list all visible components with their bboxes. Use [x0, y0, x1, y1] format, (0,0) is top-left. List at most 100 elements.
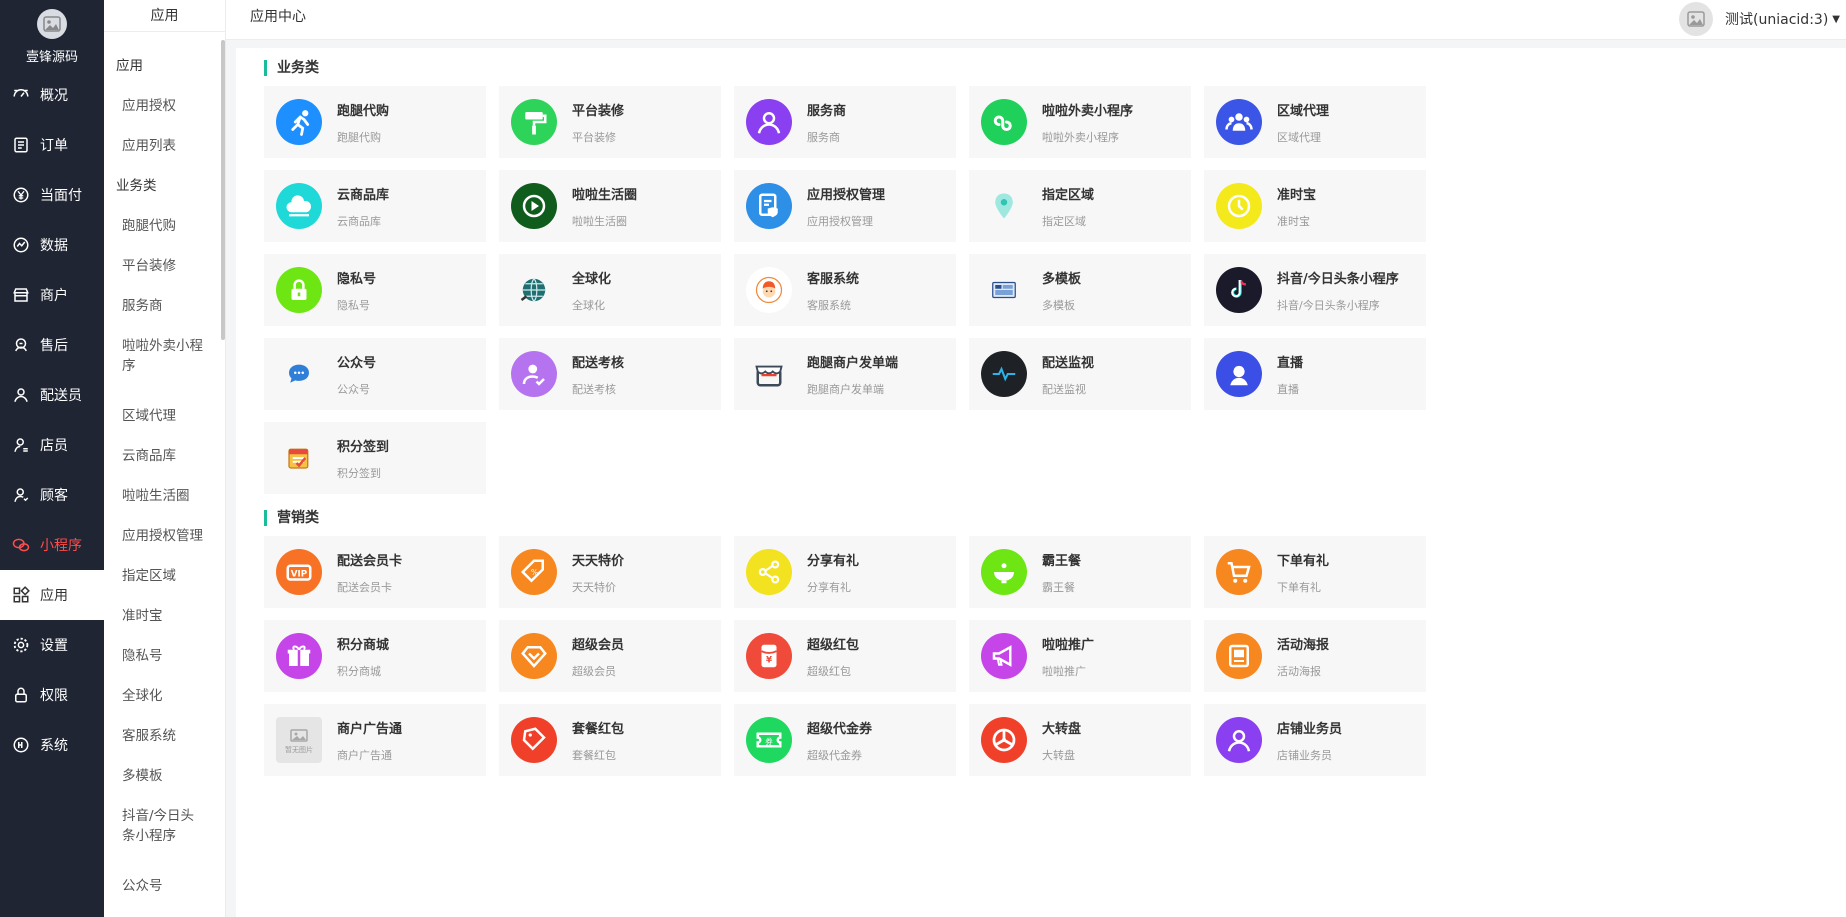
app-card[interactable]: % 天天特价 天天特价	[499, 536, 721, 608]
sub-menu-item[interactable]: 序	[104, 356, 225, 396]
megaphone-icon	[981, 633, 1027, 679]
app-name: 公众号	[337, 355, 377, 371]
app-card[interactable]: 指定区域 指定区域	[969, 170, 1191, 242]
sub-menu-item[interactable]: 多模板	[104, 756, 225, 796]
cart-icon	[1216, 549, 1262, 595]
nav-item-customer[interactable]: 顾客	[0, 470, 104, 520]
app-card-text: 客服系统 客服系统	[807, 268, 859, 313]
app-name: 积分签到	[337, 439, 390, 455]
sub-menu-item[interactable]: 条小程序	[104, 826, 225, 866]
map-pin-icon	[981, 183, 1027, 229]
app-card[interactable]: 大转盘 大转盘	[969, 704, 1191, 776]
nav-item-aftersale[interactable]: 售后	[0, 320, 104, 370]
top-header: 应用中心 测试(uniacid:3) ▼	[226, 0, 1846, 40]
nav-item-chart[interactable]: 数据	[0, 220, 104, 270]
app-card-text: 霸王餐 霸王餐	[1042, 550, 1081, 595]
app-desc: 区域代理	[1277, 130, 1321, 144]
breadcrumb: 应用中心	[250, 9, 306, 25]
app-card[interactable]: 区域代理 区域代理	[1204, 86, 1426, 158]
image-placeholder-icon: 暂无图片	[276, 717, 322, 763]
app-card[interactable]: 店铺业务员 店铺业务员	[1204, 704, 1426, 776]
chevron-down-icon: ▼	[1832, 13, 1840, 25]
main-sidebar: 壹锋源码 概况订单当面付 数据 商户售后配送员 店员 顾客 小程序 应用 设置 权限 系统	[0, 0, 104, 917]
nav-item-shop[interactable]: 商户	[0, 270, 104, 320]
sub-menu-item[interactable]: 抖音/今日头	[104, 796, 225, 826]
app-card[interactable]: 公众号 公众号	[264, 338, 486, 410]
app-card[interactable]: 下单有礼 下单有礼	[1204, 536, 1426, 608]
app-card[interactable]: 直播 直播	[1204, 338, 1426, 410]
sub-menu-item[interactable]: 跑腿代购	[104, 206, 225, 246]
sub-menu-item[interactable]: 公众号	[104, 866, 225, 906]
app-card[interactable]: 多模板 多模板	[969, 254, 1191, 326]
sub-menu-item[interactable]: 指定区域	[104, 556, 225, 596]
app-card[interactable]: 霸王餐 霸王餐	[969, 536, 1191, 608]
app-card[interactable]: 积分签到 积分签到	[264, 422, 486, 494]
nav-item-clerk[interactable]: 店员	[0, 420, 104, 470]
app-card[interactable]: 券超级代金券 超级代金券	[734, 704, 956, 776]
nav-item-yen[interactable]: 当面付	[0, 170, 104, 220]
app-card[interactable]: 超级会员 超级会员	[499, 620, 721, 692]
app-card[interactable]: 云商品库 云商品库	[264, 170, 486, 242]
sub-menu-item[interactable]: 云商品库	[104, 436, 225, 476]
sub-menu-item[interactable]: 应用列表	[104, 126, 225, 166]
app-card-text: 套餐红包 套餐红包	[572, 718, 624, 763]
sub-menu-item[interactable]: 啦啦生活圈	[104, 476, 225, 516]
nav-item-dashboard[interactable]: 概况	[0, 70, 104, 120]
app-card[interactable]: 分享有礼 分享有礼	[734, 536, 956, 608]
app-name: 云商品库	[337, 187, 390, 203]
app-card[interactable]: 平台装修 平台装修	[499, 86, 721, 158]
user-name: 测试(uniacid:3)	[1725, 12, 1829, 28]
app-card[interactable]: 活动海报 活动海报	[1204, 620, 1426, 692]
nav-item-system[interactable]: 系统	[0, 720, 104, 770]
app-card[interactable]: 跑腿商户发单端 跑腿商户发单端	[734, 338, 956, 410]
sub-menu-item[interactable]: 服务商	[104, 286, 225, 326]
app-card[interactable]: 抖音/今日头条小程序 抖音/今日头条小程序	[1204, 254, 1426, 326]
app-card[interactable]: 啦啦推广 啦啦推广	[969, 620, 1191, 692]
app-card[interactable]: 啦啦外卖小程序 啦啦外卖小程序	[969, 86, 1191, 158]
app-card[interactable]: 啦啦生活圈 啦啦生活圈	[499, 170, 721, 242]
sub-menu-item[interactable]: 区域代理	[104, 396, 225, 436]
nav-item-gear[interactable]: 设置	[0, 620, 104, 670]
app-card[interactable]: 配送考核 配送考核	[499, 338, 721, 410]
svg-text:¥: ¥	[766, 655, 772, 665]
app-desc: 配送考核	[572, 382, 616, 396]
sub-menu-item[interactable]: 准时宝	[104, 596, 225, 636]
sub-menu-item[interactable]: 客服系统	[104, 716, 225, 756]
sub-menu-item[interactable]: 啦啦外卖小程	[104, 326, 225, 356]
app-card[interactable]: 隐私号 隐私号	[264, 254, 486, 326]
customer-icon	[12, 486, 30, 504]
app-name: 超级代金券	[807, 721, 873, 737]
nav-item-label: 售后	[40, 338, 68, 354]
sub-menu-item[interactable]: 应用授权	[104, 86, 225, 126]
app-card[interactable]: 服务商 服务商	[734, 86, 956, 158]
nav-item-apps[interactable]: 应用	[0, 570, 104, 620]
nav-item-lock[interactable]: 权限	[0, 670, 104, 720]
app-card[interactable]: 暂无图片 商户广告通 商户广告通	[264, 704, 486, 776]
app-card-text: 配送会员卡 配送会员卡	[337, 550, 402, 595]
user-menu[interactable]: 测试(uniacid:3) ▼	[1679, 2, 1840, 36]
sub-sidebar-scrollbar[interactable]	[221, 40, 225, 340]
app-card[interactable]: ¥ 超级红包 超级红包	[734, 620, 956, 692]
app-name: 抖音/今日头条小程序	[1277, 271, 1399, 287]
app-card[interactable]: 应用授权管理 应用授权管理	[734, 170, 956, 242]
sub-menu-item[interactable]: 应用授权管理	[104, 516, 225, 556]
app-card[interactable]: 跑腿代购 跑腿代购	[264, 86, 486, 158]
sub-menu-item[interactable]: 全球化	[104, 676, 225, 716]
app-card[interactable]: 客服系统 客服系统	[734, 254, 956, 326]
nav-item-order[interactable]: 订单	[0, 120, 104, 170]
nav-item-label: 订单	[40, 138, 68, 154]
app-desc: 指定区域	[1042, 214, 1086, 228]
sub-menu-item[interactable]: 隐私号	[104, 636, 225, 676]
app-card[interactable]: 全球化 全球化	[499, 254, 721, 326]
nav-item-rider[interactable]: 配送员	[0, 370, 104, 420]
app-card[interactable]: 套餐红包 套餐红包	[499, 704, 721, 776]
app-card[interactable]: 配送监视 配送监视	[969, 338, 1191, 410]
sub-menu-item[interactable]: 平台装修	[104, 246, 225, 286]
app-card[interactable]: 准时宝 准时宝	[1204, 170, 1426, 242]
app-desc: 积分商城	[337, 664, 381, 678]
app-card[interactable]: VIP 配送会员卡 配送会员卡	[264, 536, 486, 608]
app-card-text: 全球化 全球化	[572, 268, 611, 313]
nav-item-wechat[interactable]: 小程序	[0, 520, 104, 570]
app-card[interactable]: 积分商城 积分商城	[264, 620, 486, 692]
brand-name: 壹锋源码	[25, 50, 78, 65]
